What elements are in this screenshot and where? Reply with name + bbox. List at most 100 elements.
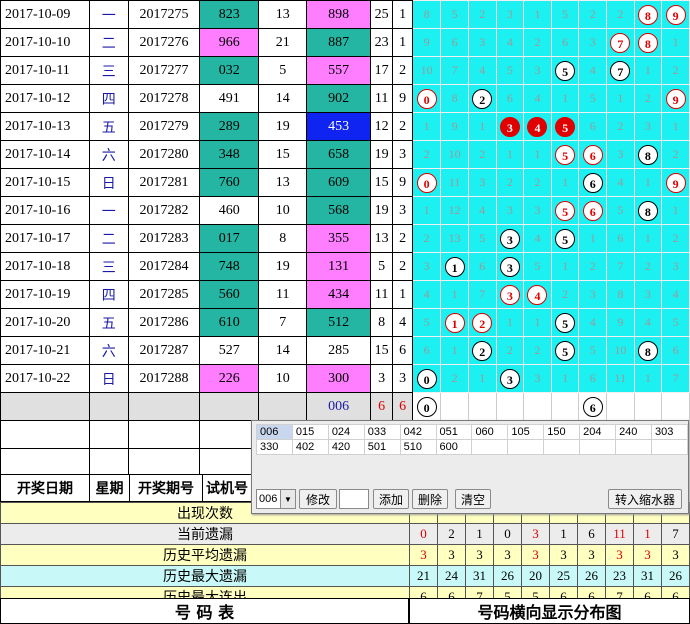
chevron-down-icon[interactable]: ▼ xyxy=(280,490,295,508)
drawn-number-ball: 2 xyxy=(472,88,493,109)
drawn-number-ball: 6 xyxy=(582,172,603,193)
number-list-item[interactable]: 501 xyxy=(363,439,401,455)
blank-cell xyxy=(199,420,260,449)
drawn-number-ball: 9 xyxy=(665,172,686,193)
distribution-cell: 5 xyxy=(550,196,580,225)
pending-distribution-cell xyxy=(606,392,635,421)
distribution-cell: 10 xyxy=(606,336,635,365)
number-list-item[interactable]: 060 xyxy=(471,424,509,440)
number-list-item[interactable]: 420 xyxy=(327,439,365,455)
distribution-cell: 7 xyxy=(606,56,635,85)
header-trial: 试机号 xyxy=(202,474,252,502)
sum-value: 15 xyxy=(258,140,308,169)
span-value: 8 xyxy=(369,308,394,337)
number-list-item[interactable]: 330 xyxy=(256,439,293,455)
number-list-item[interactable]: 303 xyxy=(650,424,689,440)
stats-value: 24 xyxy=(437,565,466,587)
issue-number: 2017277 xyxy=(127,56,201,85)
distribution-cell: 1 xyxy=(495,308,525,337)
header-date: 开奖日期 xyxy=(0,474,90,502)
distribution-cell: 10 xyxy=(440,140,469,169)
number-list-item[interactable]: 024 xyxy=(327,424,365,440)
distribution-cell: 5 xyxy=(440,0,469,29)
number-list-item[interactable]: 015 xyxy=(291,424,329,440)
draw-number: 434 xyxy=(306,280,371,309)
number-list-item[interactable]: 033 xyxy=(363,424,401,440)
number-list-item[interactable]: 051 xyxy=(435,424,473,440)
distribution-cell: 2 xyxy=(523,28,552,57)
drawn-number-ball: 4 xyxy=(527,284,548,305)
number-list-item[interactable]: 042 xyxy=(399,424,437,440)
clear-button[interactable]: 清空 xyxy=(455,489,491,509)
distribution-cell: 9 xyxy=(411,28,442,57)
distribution-cell: 8 xyxy=(411,0,442,29)
number-list-item[interactable] xyxy=(650,439,689,455)
delete-button[interactable]: 删除 xyxy=(412,489,448,509)
number-list-item[interactable]: 402 xyxy=(291,439,329,455)
distribution-cell: 12 xyxy=(440,196,469,225)
number-list-item[interactable] xyxy=(543,439,581,455)
pending-draw-number: 006 xyxy=(306,392,371,421)
import-to-reducer-button[interactable]: 转入缩水器 xyxy=(608,489,682,509)
distribution-cell: 7 xyxy=(440,56,469,85)
weekday: 一 xyxy=(88,0,129,29)
number-list-item[interactable] xyxy=(471,439,509,455)
number-list-item[interactable] xyxy=(615,439,652,455)
number-list-item[interactable] xyxy=(507,439,545,455)
trial-number: 966 xyxy=(199,28,260,57)
stats-value: 25 xyxy=(549,565,578,587)
span-value: 11 xyxy=(369,84,394,113)
stats-value: 3 xyxy=(521,544,550,566)
drawn-number-ball: 8 xyxy=(637,4,658,25)
distribution-cell: 2 xyxy=(467,336,497,365)
draw-date: 2017-10-21 xyxy=(0,336,90,365)
drawn-number-ball: 3 xyxy=(499,228,520,249)
number-list-item[interactable]: 510 xyxy=(399,439,437,455)
number-select[interactable]: 006 ▼ xyxy=(256,489,296,509)
distribution-cell: 2 xyxy=(633,252,663,281)
distribution-cell: 4 xyxy=(495,28,525,57)
edit-button[interactable]: 修改 xyxy=(299,489,337,509)
distribution-cell: 9 xyxy=(440,112,469,141)
stats-value: 1 xyxy=(633,523,662,545)
add-button[interactable]: 添加 xyxy=(373,489,409,509)
sum-value: 7 xyxy=(258,308,308,337)
table-row: 2017-10-20 五 2017286 610 7 512 8 4 5 1 2 1 1 5 4 9 4 5 xyxy=(0,308,690,337)
number-list-item[interactable]: 240 xyxy=(615,424,652,440)
number-input[interactable] xyxy=(339,489,369,509)
number-list-item[interactable]: 204 xyxy=(579,424,617,440)
number-list-item[interactable]: 006 xyxy=(256,424,293,440)
stats-label: 当前遗漏 xyxy=(0,523,410,545)
table-row: 2017-10-11 三 2017277 032 5 557 17 2 10 7 4 5 3 5 4 7 1 2 xyxy=(0,56,690,85)
table-row: 2017-10-15 日 2017281 760 13 609 15 9 0 11 3 2 2 1 6 4 1 9 xyxy=(0,168,690,197)
draw-date: 2017-10-10 xyxy=(0,28,90,57)
stats-value: 26 xyxy=(577,565,606,587)
distribution-cell: 5 xyxy=(411,308,442,337)
header-issue: 开奖期号 xyxy=(129,474,203,502)
weekday: 二 xyxy=(88,28,129,57)
distribution-cell: 1 xyxy=(550,364,580,393)
distribution-cell: 3 xyxy=(661,252,690,281)
stats-value: 2 xyxy=(437,523,466,545)
span-tail: 1 xyxy=(392,280,413,309)
number-list-item[interactable]: 600 xyxy=(435,439,473,455)
distribution-cell: 3 xyxy=(467,28,497,57)
distribution-cell: 5 xyxy=(550,308,580,337)
stats-value: 23 xyxy=(605,565,634,587)
distribution-cell: 1 xyxy=(523,308,552,337)
distribution-cell: 3 xyxy=(606,140,635,169)
issue-number: 2017283 xyxy=(127,224,201,253)
drawn-number-ball: 7 xyxy=(610,32,631,53)
distribution-cell: 8 xyxy=(633,28,663,57)
distribution-cell: 5 xyxy=(495,56,525,85)
number-list-item[interactable]: 105 xyxy=(507,424,545,440)
stats-value: 1 xyxy=(549,523,578,545)
number-list-item[interactable] xyxy=(579,439,617,455)
distribution-cell: 3 xyxy=(467,168,497,197)
distribution-cell: 2 xyxy=(606,112,635,141)
sum-value: 8 xyxy=(258,224,308,253)
stats-value: 3 xyxy=(493,544,522,566)
number-list-item[interactable]: 150 xyxy=(543,424,581,440)
table-row: 2017-10-22 日 2017288 226 10 300 3 3 0 2 1 3 3 1 6 11 1 7 xyxy=(0,364,690,393)
distribution-cell: 2 xyxy=(661,224,690,253)
